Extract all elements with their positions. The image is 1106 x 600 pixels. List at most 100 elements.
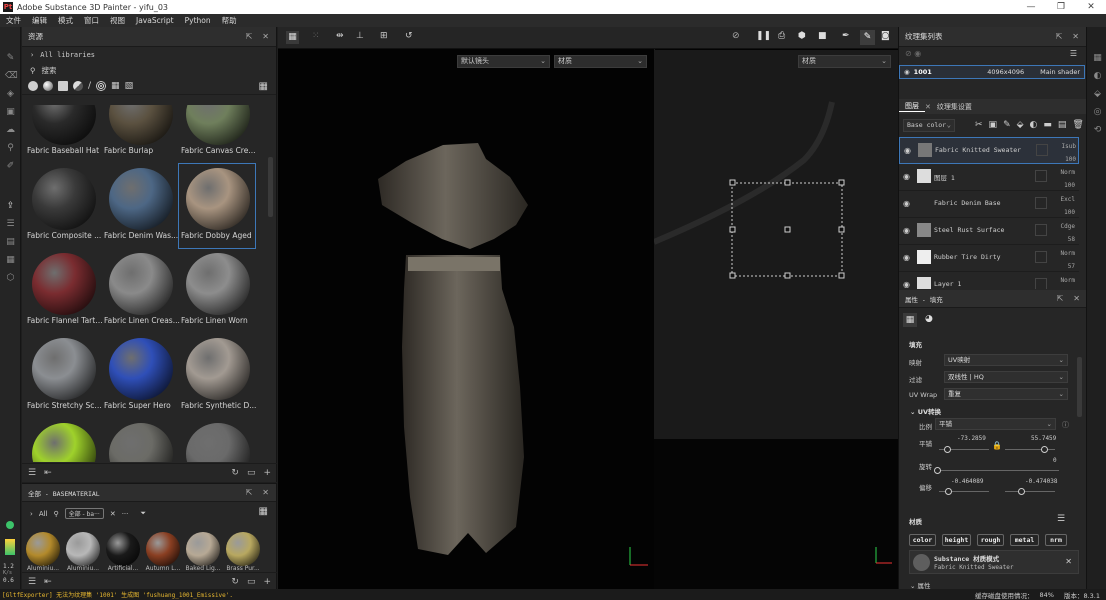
bake-mode-icon[interactable]: ✒	[842, 31, 850, 41]
material-card[interactable]: Substance 材质模式 Fabric Knitted Sweater ✕	[909, 550, 1079, 574]
uv-transform-toggle[interactable]: ⌄ UV转换	[910, 406, 941, 416]
material-tile[interactable]: Fabric Dobby Aged	[178, 163, 256, 249]
shelf-refresh-icon[interactable]: ↻	[231, 577, 239, 587]
material-tile[interactable]: Fabric Composite ...	[25, 164, 101, 248]
history-strip-icon[interactable]: ⟲	[1092, 125, 1103, 136]
ts-eye-icon[interactable]: ◉	[914, 49, 921, 58]
channel-metal-button[interactable]: metal	[1010, 534, 1039, 546]
paint-mode-icon[interactable]: ✎	[860, 30, 875, 45]
close-icon[interactable]: ✕	[1076, 2, 1106, 12]
bake-icon[interactable]: ▦	[5, 255, 16, 266]
channel-color-button[interactable]: color	[909, 534, 936, 546]
material-tile[interactable]: Fabric Linen Worn	[179, 249, 255, 333]
material-tile[interactable]: Fabric Stretchy Sci-Fi	[25, 334, 103, 418]
material-tile[interactable]: Fabric Burlap	[102, 105, 178, 163]
shelf-search-icon[interactable]: ⚲	[54, 510, 59, 518]
material-menu-icon[interactable]: ☰	[1057, 514, 1065, 524]
refresh-icon[interactable]: ↻	[231, 468, 239, 478]
material-tile[interactable]	[102, 419, 178, 462]
layer-row[interactable]: ◉ Fabric Denim Base Excl 100	[899, 191, 1079, 218]
menu-help[interactable]: 帮助	[222, 15, 237, 26]
uvwrap-select[interactable]: 重复 ⌄	[944, 388, 1068, 400]
layer-channel-select[interactable]: Base color ⌄	[903, 119, 955, 132]
more-icon[interactable]: ···	[122, 510, 129, 518]
layers-icon[interactable]: ☰	[5, 219, 16, 230]
shelf-close-icon[interactable]: ✕	[262, 488, 269, 497]
material-tile[interactable]	[179, 419, 255, 462]
menu-mode[interactable]: 模式	[58, 15, 73, 26]
channel-select-left[interactable]: 材质 ⌄	[554, 55, 647, 68]
properties-scrollbar[interactable]	[1077, 357, 1082, 417]
layer-row[interactable]: ◉ 图层 1 Norm 100	[899, 164, 1079, 191]
ts-close-icon[interactable]: ✕	[1072, 32, 1079, 41]
mapping-select[interactable]: UV映射 ⌄	[944, 354, 1068, 366]
picker-icon[interactable]: ✐	[5, 161, 16, 172]
layer-mask-slot[interactable]	[1035, 197, 1047, 209]
layer-visibility-icon[interactable]: ◉	[903, 253, 910, 262]
projection-icon[interactable]: ◈	[5, 89, 16, 100]
layer-row[interactable]: ◉ Layer 1 Norm	[899, 272, 1079, 289]
filter-funnel-icon[interactable]: ⏷	[140, 509, 146, 518]
menu-file[interactable]: 文件	[6, 15, 21, 26]
display-settings-strip-icon[interactable]: ◐	[1092, 71, 1103, 82]
lock-icon[interactable]: 🔒	[992, 441, 1002, 450]
export-icon[interactable]: ⬡	[5, 273, 16, 284]
shelf-item[interactable]	[66, 532, 100, 566]
tiling-u-handle[interactable]	[944, 446, 951, 453]
display-settings-icon[interactable]: ⬢	[798, 31, 806, 41]
detach-icon[interactable]: ⇱	[246, 32, 253, 41]
maximize-icon[interactable]: ❐	[1046, 2, 1076, 12]
layer-blend-mode[interactable]: Norm	[1053, 274, 1075, 287]
ts-detach-icon[interactable]: ⇱	[1056, 32, 1063, 41]
camera-icon[interactable]: ■	[818, 31, 827, 41]
material-tile[interactable]	[25, 419, 101, 462]
layer-row[interactable]: ◉ Rubber Tire Dirty Norm 57	[899, 245, 1079, 272]
layer-blend-mode[interactable]: Norm 57	[1053, 247, 1075, 273]
filter-smart-materials-icon[interactable]	[43, 81, 53, 91]
channel-nrm-button[interactable]: nrm	[1045, 534, 1067, 546]
rotation-value[interactable]: 0	[1053, 457, 1057, 464]
layer-mask-slot[interactable]	[1035, 170, 1047, 182]
prop-close-icon[interactable]: ✕	[1073, 294, 1080, 303]
close-panel-icon[interactable]: ✕	[262, 32, 269, 41]
filter-brushes-icon[interactable]: /	[88, 81, 91, 91]
uv-view[interactable]	[652, 50, 898, 439]
shelf-add-icon[interactable]: +	[263, 577, 271, 587]
layout-grid-icon[interactable]: ▦	[286, 31, 299, 44]
shader-settings-icon[interactable]: ◎	[1092, 107, 1103, 118]
fill-tab-icon[interactable]: ▦	[903, 313, 917, 327]
history-icon[interactable]: ↺	[405, 31, 413, 41]
layer-mask-slot[interactable]	[1035, 224, 1047, 236]
shelf-grid-icon[interactable]: ▦	[259, 506, 268, 517]
menu-javascript[interactable]: JavaScript	[136, 16, 174, 25]
rotation-handle[interactable]	[934, 467, 941, 474]
menu-edit[interactable]: 编辑	[32, 15, 47, 26]
menu-python[interactable]: Python	[185, 16, 211, 25]
layer-blend-mode[interactable]: Excl 100	[1053, 193, 1075, 219]
filter-generators-icon[interactable]	[73, 81, 83, 91]
material-tile[interactable]: Fabric Baseball Hat	[25, 105, 101, 163]
tab-layers[interactable]: 图层	[899, 101, 925, 112]
material-tab-icon[interactable]: ◕	[925, 314, 933, 324]
filter-masks-icon[interactable]	[58, 81, 68, 91]
layer-blend-mode[interactable]: Isub 100	[1054, 140, 1076, 166]
menu-view[interactable]: 视图	[110, 15, 125, 26]
layer-mask-slot[interactable]	[1035, 278, 1047, 289]
assets-scrollbar[interactable]	[268, 157, 273, 217]
shelf-import-icon[interactable]: ⇤	[44, 577, 52, 587]
paint-brush-icon[interactable]: ✎	[5, 53, 16, 64]
shelf-item[interactable]	[26, 532, 60, 566]
eraser-icon[interactable]: ⌫	[5, 71, 18, 82]
shelf-item[interactable]	[146, 532, 180, 566]
shelf-list-icon[interactable]: ☰	[28, 577, 36, 587]
layer-mask-slot[interactable]	[1036, 144, 1048, 156]
material-tile[interactable]: Fabric Synthetic D...	[179, 334, 256, 418]
offset-v-track[interactable]	[1005, 491, 1055, 492]
offset-u-value[interactable]: -0.464089	[951, 478, 984, 485]
material-tile[interactable]: Fabric Linen Creas...	[102, 249, 180, 333]
import-icon[interactable]: ⇤	[44, 468, 52, 478]
layer-visibility-icon[interactable]: ◉	[903, 226, 910, 235]
offset-v-handle[interactable]	[1018, 488, 1025, 495]
layer-visibility-icon[interactable]: ◉	[903, 280, 910, 289]
minimize-icon[interactable]: —	[1016, 2, 1046, 12]
